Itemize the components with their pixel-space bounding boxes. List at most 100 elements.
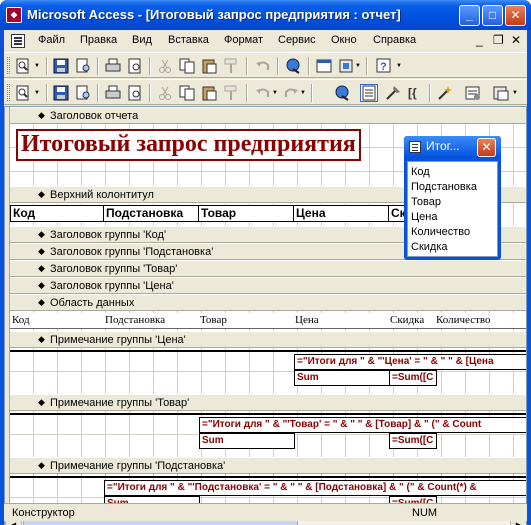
new-object-icon[interactable] [337, 57, 355, 75]
field-list-item[interactable]: Цена [411, 210, 494, 225]
close-button[interactable]: ✕ [505, 5, 526, 26]
field-list-icon[interactable] [360, 84, 378, 102]
field-list-window[interactable]: Итог... ✕ Код Подстановка Товар Цена Кол… [404, 136, 501, 260]
undo-icon[interactable] [254, 84, 272, 102]
section-footer-cena[interactable]: ◆ Примечание группы 'Цена' [10, 331, 526, 348]
footer-podstanovka-expression[interactable]: ="Итоги для " & "'Подстановка' = " & " "… [104, 480, 526, 496]
divider-line [10, 413, 526, 415]
copy-icon[interactable] [178, 84, 196, 102]
menu-file[interactable]: Файл [38, 34, 65, 46]
section-report-header[interactable]: ◆ Заголовок отчета [10, 107, 526, 124]
header-kod[interactable]: Код [10, 205, 104, 222]
field-list-item[interactable]: Товар [411, 195, 494, 210]
status-num-lock: NUM [412, 507, 438, 519]
field-podstanovka[interactable]: Подстановка [103, 313, 199, 329]
section-detail[interactable]: ◆ Область данных [10, 294, 526, 311]
file-search-icon[interactable] [74, 84, 92, 102]
header-tovar[interactable]: Товар [198, 205, 294, 222]
hyperlink-icon[interactable] [334, 84, 352, 102]
report-title-label[interactable]: Итоговый запрос предприятия [16, 129, 361, 161]
footer-tovar-expression[interactable]: ="Итоги для " & "'Товар' = " & " " & [То… [199, 417, 526, 433]
mdi-restore-button[interactable]: ❐ [493, 33, 504, 47]
cut-icon[interactable] [156, 84, 174, 102]
menu-tools[interactable]: Сервис [278, 34, 316, 46]
toolbar-grip[interactable] [7, 57, 10, 74]
section-group-tovar[interactable]: ◆ Заголовок группы 'Товар' [10, 260, 526, 277]
section-arrow-icon: ◆ [38, 397, 45, 407]
status-mode: Конструктор [12, 507, 75, 519]
footer-tovar-sum-field[interactable]: =Sum([C [389, 433, 437, 449]
field-list-close-button[interactable]: ✕ [477, 138, 496, 157]
band-footer-tovar[interactable]: ="Итоги для " & "'Товар' = " & " " & [То… [10, 411, 526, 457]
band-footer-cena[interactable]: ="Итоги для " & "'Цена' = " & " " & [Цен… [10, 348, 526, 394]
cut-icon[interactable] [156, 57, 174, 75]
print-preview-icon[interactable] [126, 57, 144, 75]
paste-icon[interactable] [200, 84, 218, 102]
field-list-item[interactable]: Скидка [411, 240, 494, 255]
menu-window[interactable]: Окно [331, 34, 357, 46]
toolbox-icon[interactable] [384, 84, 402, 102]
field-list-titlebar[interactable]: Итог... ✕ [404, 136, 501, 158]
field-list-item[interactable]: Подстановка [411, 180, 494, 195]
title-bar[interactable]: Microsoft Access - [Итоговый запрос пред… [0, 0, 531, 30]
undo-icon[interactable] [254, 57, 272, 75]
menu-edit[interactable]: Правка [80, 34, 117, 46]
section-arrow-icon: ◆ [38, 280, 45, 290]
paste-icon[interactable] [200, 57, 218, 75]
menu-view[interactable]: Вид [132, 34, 152, 46]
print-preview-icon[interactable] [126, 84, 144, 102]
field-list: Код Подстановка Товар Цена Количество Ск… [407, 161, 498, 257]
field-list-title: Итог... [426, 139, 460, 153]
divider-line [10, 350, 526, 352]
save-icon[interactable] [52, 57, 70, 75]
format-painter-icon[interactable] [222, 57, 240, 75]
autoformat-icon[interactable] [436, 84, 454, 102]
field-skidka[interactable]: Скидка [388, 313, 435, 329]
help-icon[interactable]: ? [375, 57, 393, 75]
save-icon[interactable] [52, 84, 70, 102]
section-footer-podstanovka[interactable]: ◆ Примечание группы 'Подстановка' [10, 457, 526, 474]
properties-icon[interactable] [464, 84, 482, 102]
client-area: Файл Правка Вид Вставка Формат Сервис Ок… [4, 30, 527, 525]
hyperlink-icon[interactable] [285, 57, 303, 75]
code-icon[interactable] [492, 84, 510, 102]
mdi-minimize-button[interactable]: _ [476, 33, 483, 47]
menu-format[interactable]: Формат [224, 34, 263, 46]
menu-help[interactable]: Справка [373, 34, 416, 46]
maximize-button[interactable]: □ [482, 5, 503, 26]
field-list-icon [409, 141, 421, 153]
footer-cena-sum-label[interactable]: Sum [294, 370, 390, 386]
print-icon[interactable] [104, 57, 122, 75]
header-podstanovka[interactable]: Подстановка [103, 205, 199, 222]
print-icon[interactable] [104, 84, 122, 102]
field-list-item[interactable]: Количество [411, 225, 494, 240]
view-icon[interactable] [14, 84, 32, 102]
minimize-button[interactable]: _ [459, 5, 480, 26]
mdi-close-button[interactable]: ✕ [511, 33, 521, 47]
database-toolbar: ▼ ▼ ? ▼ [4, 52, 527, 78]
header-cena[interactable]: Цена [293, 205, 389, 222]
footer-cena-sum-field[interactable]: =Sum([C [389, 370, 437, 386]
toolbar-grip[interactable] [7, 84, 10, 101]
footer-cena-expression[interactable]: ="Итоги для " & "'Цена' = " & " " & [Цен… [294, 354, 526, 370]
view-icon[interactable] [14, 57, 32, 75]
copy-icon[interactable] [178, 57, 196, 75]
file-search-icon[interactable] [74, 57, 92, 75]
database-window-icon[interactable] [315, 57, 333, 75]
band-detail[interactable]: Код Подстановка Товар Цена Скидка Количе… [10, 311, 526, 331]
field-cena[interactable]: Цена [293, 313, 389, 329]
field-kod[interactable]: Код [10, 313, 104, 329]
format-painter-icon[interactable] [222, 84, 240, 102]
section-arrow-icon: ◆ [38, 263, 45, 273]
document-menu-icon[interactable] [11, 34, 25, 48]
field-tovar[interactable]: Товар [198, 313, 294, 329]
section-group-cena[interactable]: ◆ Заголовок группы 'Цена' [10, 277, 526, 294]
field-kolichestvo[interactable]: Количество [434, 313, 526, 329]
redo-icon[interactable] [282, 84, 300, 102]
access-app-icon[interactable] [6, 7, 22, 23]
footer-tovar-sum-label[interactable]: Sum [199, 433, 295, 449]
field-list-item[interactable]: Код [411, 165, 494, 180]
section-footer-tovar[interactable]: ◆ Примечание группы 'Товар' [10, 394, 526, 411]
sorting-grouping-icon[interactable]: [{ [406, 84, 424, 102]
menu-insert[interactable]: Вставка [168, 34, 209, 46]
